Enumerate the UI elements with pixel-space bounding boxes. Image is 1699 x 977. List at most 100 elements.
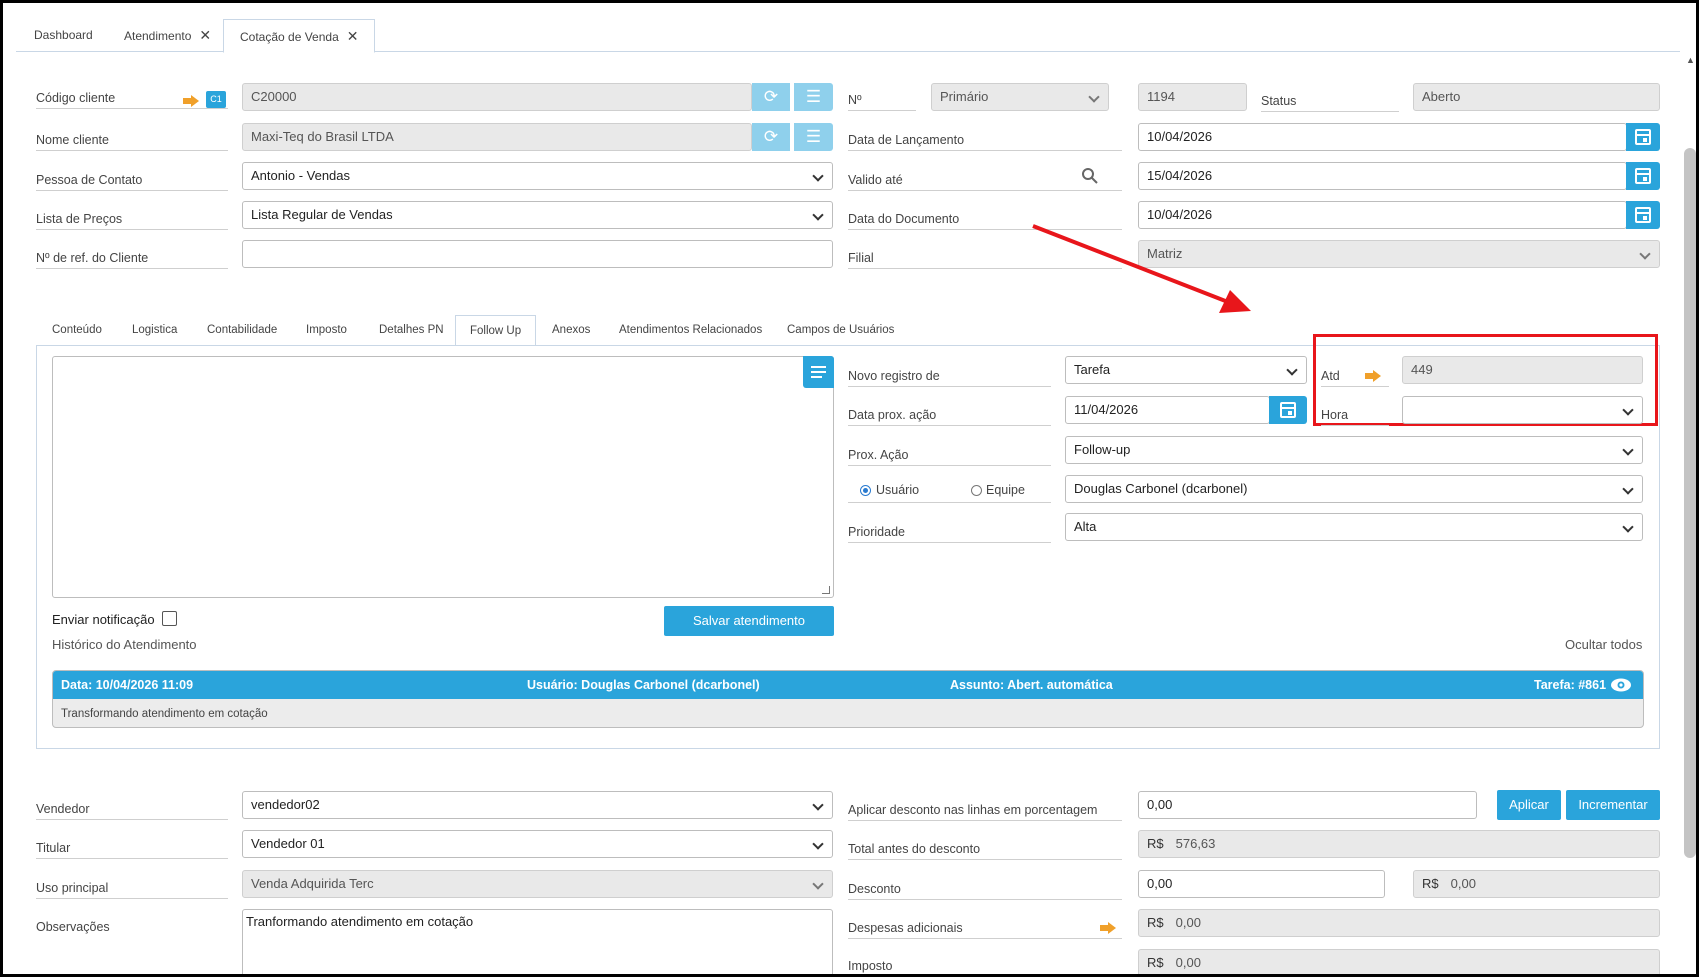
history-text: Transformando atendimento em cotação — [61, 708, 268, 720]
ocultar-todos-link[interactable]: Ocultar todos — [1565, 637, 1642, 652]
subtab-detalhes-pn[interactable]: Detalhes PN — [365, 315, 458, 345]
tab-dashboard[interactable]: Dashboard — [18, 19, 109, 52]
prioridade-select[interactable]: Alta — [1065, 513, 1643, 541]
numero-field: 1194 — [1138, 83, 1247, 111]
refresh-icon[interactable]: ⟳ — [752, 123, 790, 151]
tab-cotacao-de-venda[interactable]: Cotação de Venda ✕ — [223, 19, 376, 53]
scrollbar-thumb[interactable] — [1684, 148, 1696, 858]
serie-select[interactable]: Primário — [931, 83, 1109, 111]
close-icon[interactable]: ✕ — [347, 28, 359, 44]
observacoes-label: Observações — [36, 920, 110, 934]
arrow-link-icon[interactable] — [1365, 370, 1381, 382]
tab-atendimento[interactable]: Atendimento ✕ — [108, 19, 227, 52]
subtab-campos-usuarios[interactable]: Campos de Usuários — [773, 315, 908, 345]
refresh-icon[interactable]: ⟳ — [752, 83, 790, 111]
atd-field: 449 — [1402, 356, 1643, 384]
subtab-conteudo[interactable]: Conteúdo — [38, 315, 116, 345]
scroll-up-icon[interactable]: ▲ — [1686, 55, 1695, 65]
novo-registro-label: Novo registro de — [848, 369, 1051, 387]
vertical-scrollbar[interactable]: ▲ — [1681, 55, 1696, 974]
calendar-icon[interactable] — [1626, 162, 1660, 190]
enviar-notificacao-checkbox[interactable] — [162, 611, 177, 626]
eye-icon[interactable] — [1610, 677, 1632, 693]
subtab-logistica[interactable]: Logistica — [118, 315, 191, 345]
subtab-atendimentos-relacionados[interactable]: Atendimentos Relacionados — [605, 315, 776, 345]
history-header: Data: 10/04/2026 11:09 Usuário: Douglas … — [53, 671, 1643, 699]
usuario-select[interactable]: Douglas Carbonel (dcarbonel) — [1065, 475, 1643, 503]
tab-label: Atendimento — [124, 29, 192, 43]
calendar-icon[interactable] — [1269, 396, 1307, 424]
codigo-cliente-field[interactable]: C20000 — [242, 83, 752, 111]
total-antes-label: Total antes do desconto — [848, 842, 1122, 860]
prox-acao-label: Prox. Ação — [848, 448, 1051, 466]
history-tarefa: Tarefa: #861 — [1534, 678, 1607, 692]
list-icon[interactable]: ☰ — [794, 83, 833, 111]
subtab-anexos[interactable]: Anexos — [538, 315, 604, 345]
subtab-imposto[interactable]: Imposto — [292, 315, 361, 345]
vendedor-select[interactable]: vendedor02 — [242, 791, 833, 819]
tab-label: Dashboard — [34, 28, 93, 42]
desconto-valor-field: R$ 0,00 — [1413, 870, 1660, 898]
observacoes-textarea[interactable]: Tranformando atendimento em cotação — [242, 909, 833, 974]
novo-registro-select[interactable]: Tarefa — [1065, 356, 1307, 384]
pessoa-contato-select[interactable]: Antonio - Vendas — [242, 162, 833, 190]
desconto-percent-input[interactable]: 0,00 — [1138, 870, 1385, 898]
history-data: Data: 10/04/2026 11:09 — [61, 678, 194, 692]
list-icon[interactable]: ☰ — [794, 123, 833, 151]
calendar-icon[interactable] — [1626, 201, 1660, 229]
close-icon[interactable]: ✕ — [199, 27, 211, 43]
ref-cliente-label: Nº de ref. do Cliente — [36, 251, 228, 269]
total-antes-field: R$ 576,63 — [1138, 830, 1660, 858]
despesas-field: R$ 0,00 — [1138, 909, 1660, 937]
data-lancamento-label: Data de Lançamento — [848, 133, 1122, 151]
arrow-link-icon[interactable] — [1100, 922, 1116, 934]
tab-label: Cotação de Venda — [240, 30, 339, 44]
follow-up-textarea[interactable] — [52, 356, 834, 598]
pessoa-contato-label: Pessoa de Contato — [36, 173, 228, 191]
titular-select[interactable]: Vendedor 01 — [242, 830, 833, 858]
nome-cliente-field[interactable]: Maxi-Teq do Brasil LTDA — [242, 123, 752, 151]
subtab-follow-up[interactable]: Follow Up — [455, 315, 537, 346]
historico-label: Histórico do Atendimento — [52, 637, 197, 652]
calendar-icon[interactable] — [1626, 123, 1660, 151]
history-assunto: Assunto: Abert. automática — [950, 678, 1113, 692]
aplicar-desconto-label: Aplicar desconto nas linhas em porcentag… — [848, 803, 1122, 821]
usuario-radio[interactable] — [860, 485, 871, 496]
numero-label: Nº — [848, 93, 916, 111]
subtab-contabilidade[interactable]: Contabilidade — [193, 315, 291, 345]
data-prox-acao-input[interactable]: 11/04/2026 — [1065, 396, 1270, 424]
valido-ate-input[interactable]: 15/04/2026 — [1138, 162, 1627, 190]
incrementar-button[interactable]: Incrementar — [1566, 790, 1660, 820]
enviar-notificacao-label: Enviar notificação — [52, 612, 155, 627]
codigo-cliente-label: Código cliente — [36, 91, 228, 109]
uso-principal-select[interactable]: Venda Adquirida Terc — [242, 870, 833, 898]
hora-select[interactable] — [1402, 396, 1643, 424]
history-card: Data: 10/04/2026 11:09 Usuário: Douglas … — [52, 670, 1644, 728]
ref-cliente-input[interactable] — [242, 240, 833, 268]
arrow-link-icon[interactable] — [183, 95, 199, 107]
nome-cliente-label: Nome cliente — [36, 133, 228, 151]
lista-precos-label: Lista de Preços — [36, 212, 228, 230]
data-lancamento-input[interactable]: 10/04/2026 — [1138, 123, 1627, 151]
aplicar-button[interactable]: Aplicar — [1497, 790, 1561, 820]
aplicar-desconto-input[interactable]: 0,00 — [1138, 791, 1477, 819]
prox-acao-select[interactable]: Follow-up — [1065, 436, 1643, 464]
tab-bar: Dashboard Atendimento ✕ Cotação de Venda ✕ — [16, 19, 1680, 53]
c1-badge[interactable]: C1 — [206, 91, 226, 108]
despesas-label: Despesas adicionais — [848, 921, 1122, 939]
desconto-label: Desconto — [848, 882, 1122, 900]
app-window: Dashboard Atendimento ✕ Cotação de Venda ✕… — [0, 0, 1699, 977]
lista-precos-select[interactable]: Lista Regular de Vendas — [242, 201, 833, 229]
imposto-field: R$ 0,00 — [1138, 949, 1660, 974]
template-icon[interactable] — [803, 356, 834, 388]
status-field: Aberto — [1413, 83, 1660, 111]
salvar-atendimento-button[interactable]: Salvar atendimento — [664, 606, 834, 636]
uso-principal-label: Uso principal — [36, 881, 228, 899]
search-icon[interactable] — [1081, 167, 1099, 185]
status-label: Status — [1261, 94, 1399, 112]
equipe-radio[interactable] — [971, 485, 982, 496]
prioridade-label: Prioridade — [848, 525, 1051, 543]
resize-handle-icon[interactable] — [822, 586, 830, 594]
hora-label: Hora — [1321, 408, 1389, 426]
usuario-equipe-group: Usuário Equipe . — [848, 483, 1051, 503]
